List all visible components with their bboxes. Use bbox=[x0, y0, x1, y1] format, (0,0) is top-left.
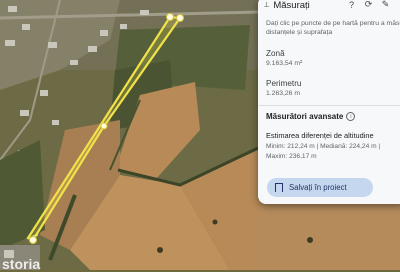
info-icon[interactable]: i bbox=[346, 112, 356, 121]
measure-point bbox=[29, 236, 37, 244]
ruler-icon: ⟂ bbox=[264, 0, 270, 9]
measure-point bbox=[176, 14, 184, 22]
measure-point bbox=[100, 122, 108, 130]
area-label: Zonă bbox=[266, 49, 285, 58]
advanced-measurements[interactable]: Măsurători avansate i bbox=[258, 106, 400, 121]
help-icon[interactable]: ? bbox=[346, 0, 357, 10]
save-button-label: Salvați în proiect bbox=[289, 183, 347, 192]
refresh-icon[interactable]: ⟳ bbox=[363, 0, 374, 10]
elevation-label: Estimarea diferenței de altitudine bbox=[266, 131, 374, 140]
save-to-project-button[interactable]: Salvați în proiect bbox=[267, 178, 373, 197]
area-value: 9.163,54 m² bbox=[266, 60, 303, 67]
bookmark-icon bbox=[275, 183, 283, 192]
measure-panel: ⟂ Măsurați ? ⟳ ✎ ✕ Dați clic pe puncte d… bbox=[258, 0, 400, 204]
perimeter-label: Perimetru bbox=[266, 79, 302, 88]
panel-header: ⟂ Măsurați ? ⟳ ✎ ✕ bbox=[258, 0, 400, 14]
elevation-values: Minim: 212,24 m | Mediană: 224,24 m | Ma… bbox=[266, 143, 381, 160]
perimeter-value: 1.263,26 m bbox=[266, 90, 301, 97]
measure-point bbox=[166, 13, 174, 21]
edit-icon[interactable]: ✎ bbox=[380, 0, 391, 10]
help-text: Dați clic pe puncte de pe hartă pentru a… bbox=[266, 20, 400, 36]
panel-title: Măsurați bbox=[273, 0, 310, 11]
